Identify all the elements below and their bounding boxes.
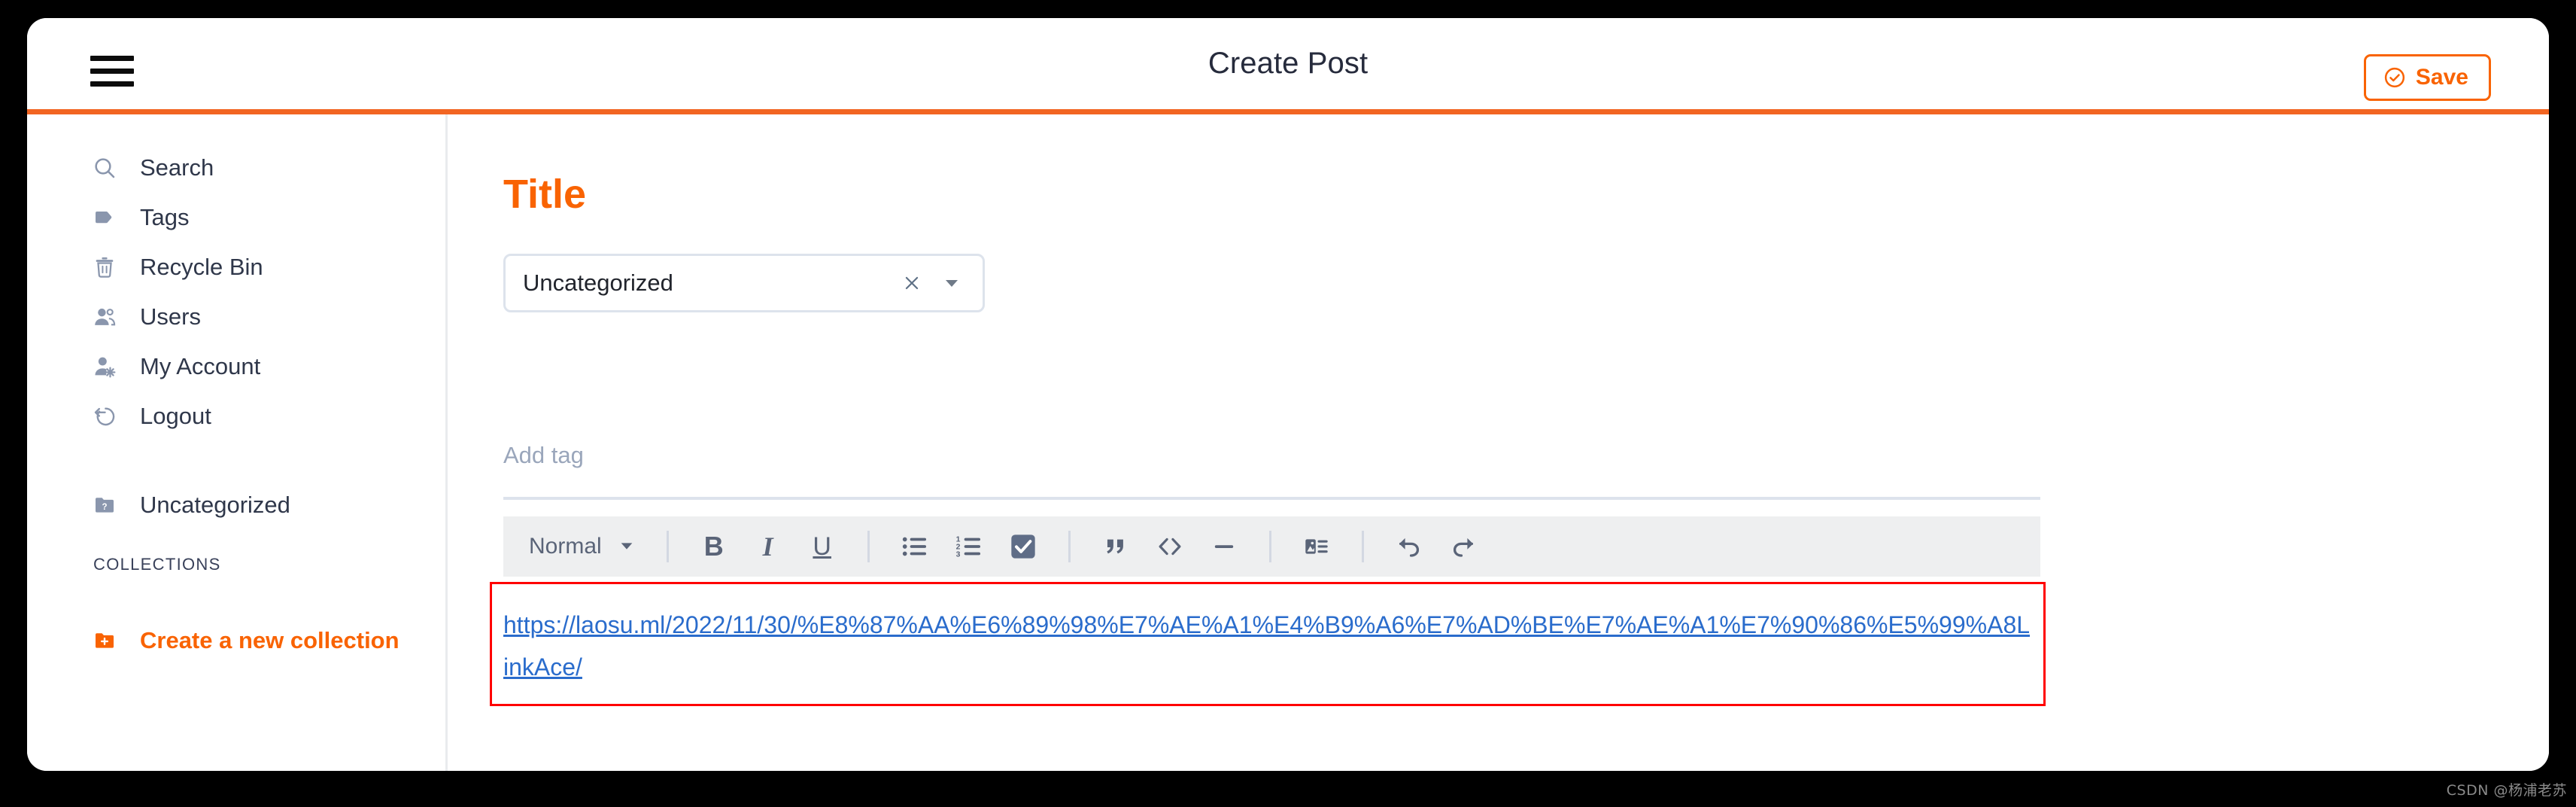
sidebar-collection-label: Uncategorized — [140, 492, 290, 518]
toolbar-separator — [666, 531, 669, 562]
users-icon — [92, 304, 117, 330]
editor-content-area[interactable]: https://laosu.ml/2022/11/30/%E8%87%AA%E6… — [503, 604, 2034, 688]
image-text-icon[interactable] — [1296, 526, 1337, 567]
toolbar-separator — [1268, 531, 1271, 562]
svg-text:?: ? — [102, 503, 107, 512]
sidebar-item-users[interactable]: Users — [27, 292, 445, 342]
category-select-value: Uncategorized — [523, 270, 673, 296]
post-title-input[interactable] — [503, 171, 1557, 218]
page-title: Create Post — [1208, 47, 1368, 80]
sidebar: Search Tags Recycle Bin Users My Account… — [27, 114, 448, 771]
save-button-label: Save — [2415, 65, 2468, 90]
undo-icon[interactable] — [1389, 526, 1429, 567]
sidebar-item-label: My Account — [140, 353, 261, 379]
app-body: Search Tags Recycle Bin Users My Account… — [27, 114, 2549, 771]
create-new-collection-button[interactable]: Create a new collection — [27, 616, 445, 665]
trash-icon — [92, 254, 117, 280]
underline-icon[interactable]: U — [802, 526, 843, 567]
save-button[interactable]: Save — [2363, 54, 2491, 101]
folder-question-icon: ? — [92, 492, 117, 518]
category-select[interactable]: Uncategorized — [503, 254, 985, 312]
sidebar-item-label: Search — [140, 154, 214, 181]
format-dropdown[interactable]: Normal — [520, 525, 649, 568]
chevron-down-icon[interactable] — [939, 268, 964, 298]
folder-plus-icon — [92, 628, 117, 653]
search-icon — [92, 155, 117, 181]
sidebar-item-search[interactable]: Search — [27, 143, 445, 193]
tag-field-underline — [503, 497, 2040, 500]
collections-section-heading: COLLECTIONS — [93, 555, 221, 574]
toolbar-separator — [1068, 531, 1071, 562]
toolbar-separator — [867, 531, 870, 562]
redo-icon[interactable] — [1443, 526, 1484, 567]
user-gear-icon — [92, 354, 117, 379]
minus-icon[interactable] — [1204, 526, 1244, 567]
sidebar-item-recycle-bin[interactable]: Recycle Bin — [27, 242, 445, 292]
sidebar-item-tags[interactable]: Tags — [27, 193, 445, 242]
toolbar-separator — [1361, 531, 1364, 562]
code-icon[interactable] — [1150, 526, 1190, 567]
tag-icon — [92, 205, 117, 230]
chevron-down-icon — [618, 537, 635, 556]
sidebar-item-label: Tags — [140, 204, 190, 230]
sidebar-item-label: Users — [140, 303, 201, 330]
sidebar-item-logout[interactable]: Logout — [27, 391, 445, 441]
sidebar-item-label: Recycle Bin — [140, 254, 263, 280]
sidebar-collection-uncategorized[interactable]: ? Uncategorized — [27, 480, 445, 530]
add-tag-input[interactable] — [503, 438, 2031, 473]
bold-icon[interactable]: B — [694, 526, 734, 567]
app-window: Create Post Save Search Tags Recycle Bin… — [27, 18, 2549, 771]
italic-icon[interactable]: I — [748, 526, 788, 567]
bullet-list-icon[interactable] — [895, 526, 935, 567]
sidebar-item-my-account[interactable]: My Account — [27, 342, 445, 391]
format-dropdown-label: Normal — [529, 534, 602, 559]
numbered-list-icon[interactable]: 1 2 3 — [949, 526, 989, 567]
sidebar-item-label: Logout — [140, 403, 211, 429]
close-icon[interactable] — [897, 268, 927, 298]
create-new-collection-label: Create a new collection — [140, 627, 399, 653]
checkbox-checked-icon[interactable] — [1003, 526, 1043, 567]
check-circle-icon — [2384, 67, 2405, 88]
post-editor: Uncategorized Normal — [448, 114, 2549, 771]
logout-icon — [92, 404, 117, 429]
svg-text:3: 3 — [955, 551, 960, 559]
watermark: CSDN @杨浦老苏 — [2446, 782, 2567, 799]
content-url-link[interactable]: https://laosu.ml/2022/11/30/%E8%87%AA%E6… — [503, 611, 2030, 681]
quote-icon[interactable] — [1095, 526, 1136, 567]
editor-toolbar: Normal B I U 1 2 3 — [503, 516, 2040, 577]
app-header: Create Post Save — [27, 18, 2549, 114]
